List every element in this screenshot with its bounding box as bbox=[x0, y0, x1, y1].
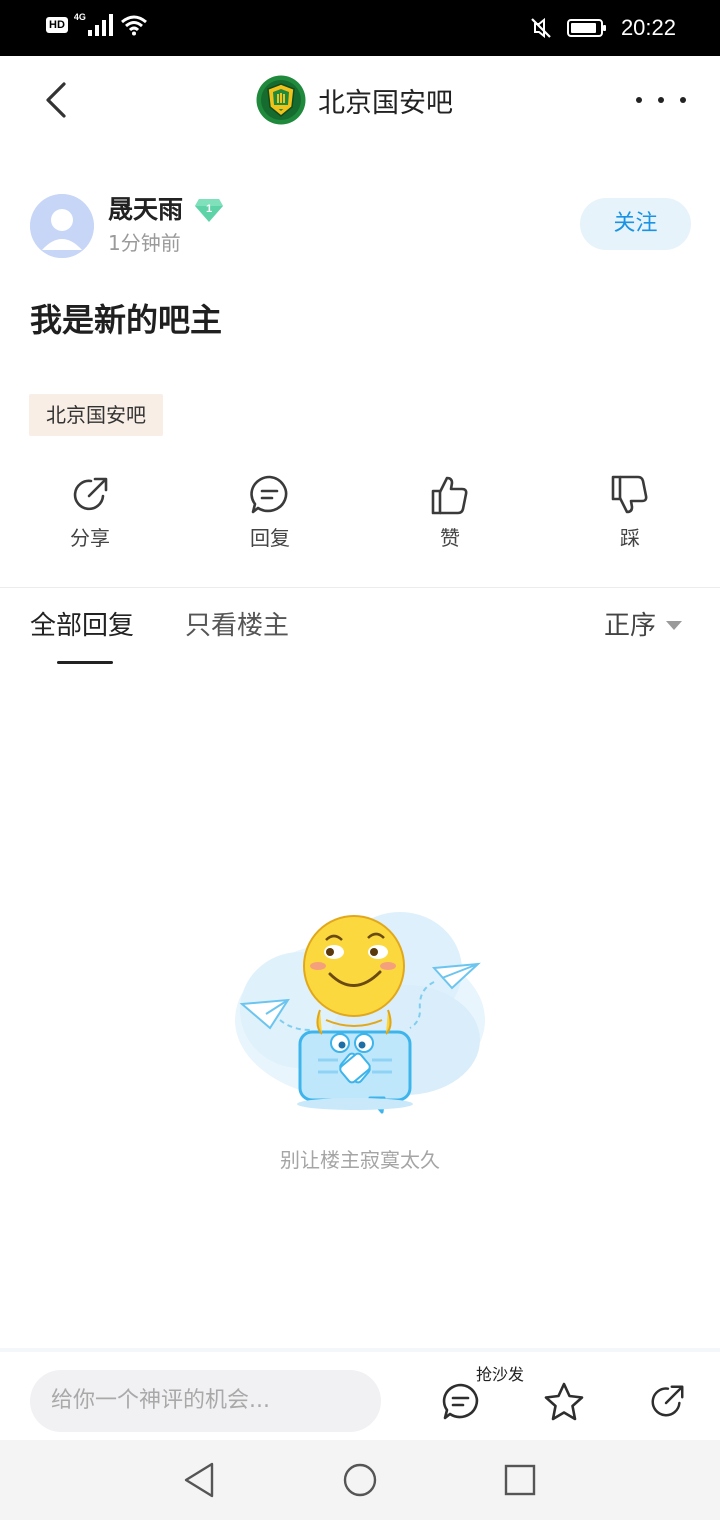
author-name[interactable]: 晟天雨 bbox=[108, 194, 183, 226]
network-type-label: 4G bbox=[73, 12, 86, 22]
hd-badge: HD bbox=[46, 17, 68, 33]
post-time: 1分钟前 bbox=[108, 231, 181, 255]
forum-tag[interactable]: 北京国安吧 bbox=[29, 394, 163, 436]
signal-icon bbox=[87, 14, 113, 36]
like-label: 赞 bbox=[440, 526, 460, 550]
forum-title-group[interactable]: 北京国安吧 bbox=[256, 74, 453, 126]
empty-state-message: 别让楼主寂寞太久 bbox=[280, 1148, 440, 1172]
status-left: HD 4G bbox=[46, 12, 148, 36]
forum-logo-icon bbox=[256, 75, 306, 125]
more-dot bbox=[680, 97, 686, 103]
battery-icon bbox=[566, 19, 606, 37]
dislike-label: 踩 bbox=[620, 526, 640, 550]
status-bar: HD 4G 20:22 bbox=[0, 0, 720, 56]
header-bar: 北京国安吧 bbox=[0, 56, 720, 146]
avatar[interactable] bbox=[30, 194, 94, 258]
status-time: 20:22 bbox=[620, 15, 676, 40]
wifi-icon bbox=[120, 15, 147, 36]
more-dot bbox=[658, 97, 664, 103]
level-badge-icon: 1 bbox=[195, 199, 223, 222]
page-title: 北京国安吧 bbox=[318, 87, 453, 119]
level-number: 1 bbox=[206, 203, 212, 215]
mute-icon bbox=[531, 17, 551, 39]
comment-icon bbox=[250, 475, 288, 514]
comment-icon[interactable] bbox=[441, 1382, 481, 1422]
sort-toggle[interactable]: 正序 bbox=[604, 606, 683, 646]
comment-input[interactable]: 给你一个神评的机会... bbox=[30, 1370, 381, 1432]
share-label: 分享 bbox=[70, 526, 110, 550]
post-title: 我是新的吧主 bbox=[30, 301, 223, 339]
system-nav-bar bbox=[0, 1440, 720, 1520]
tab-all-replies[interactable]: 全部回复 bbox=[30, 606, 134, 646]
reply-action[interactable]: 回复 bbox=[210, 474, 330, 552]
share-icon[interactable] bbox=[647, 1382, 687, 1422]
sofa-label: 抢沙发 bbox=[476, 1365, 525, 1384]
bottom-comment-bar: 给你一个神评的机会... 抢沙发 bbox=[0, 1348, 720, 1440]
dislike-action[interactable]: 踩 bbox=[570, 474, 690, 552]
share-icon bbox=[73, 477, 108, 511]
more-dot bbox=[636, 97, 642, 103]
tab-owner-only[interactable]: 只看楼主 bbox=[185, 606, 289, 646]
nav-home-icon[interactable] bbox=[338, 1460, 382, 1500]
divider bbox=[0, 587, 720, 588]
follow-button[interactable]: 关注 bbox=[580, 198, 691, 250]
like-action[interactable]: 赞 bbox=[390, 474, 510, 552]
nav-back-icon[interactable] bbox=[178, 1460, 222, 1500]
reply-label: 回复 bbox=[250, 526, 290, 550]
share-action[interactable]: 分享 bbox=[30, 474, 150, 552]
thumbs-down-icon bbox=[611, 475, 648, 514]
caret-down-icon bbox=[666, 621, 683, 630]
sort-label: 正序 bbox=[604, 611, 657, 641]
thumbs-up-icon bbox=[431, 476, 468, 515]
nav-recents-icon[interactable] bbox=[498, 1460, 542, 1500]
back-arrow-icon[interactable] bbox=[36, 76, 80, 124]
tab-indicator bbox=[57, 661, 113, 664]
status-right: 20:22 bbox=[529, 12, 676, 44]
default-avatar-icon bbox=[30, 194, 94, 258]
star-icon[interactable] bbox=[543, 1381, 585, 1423]
more-icon[interactable] bbox=[636, 86, 686, 114]
empty-state-illustration bbox=[235, 912, 485, 1114]
